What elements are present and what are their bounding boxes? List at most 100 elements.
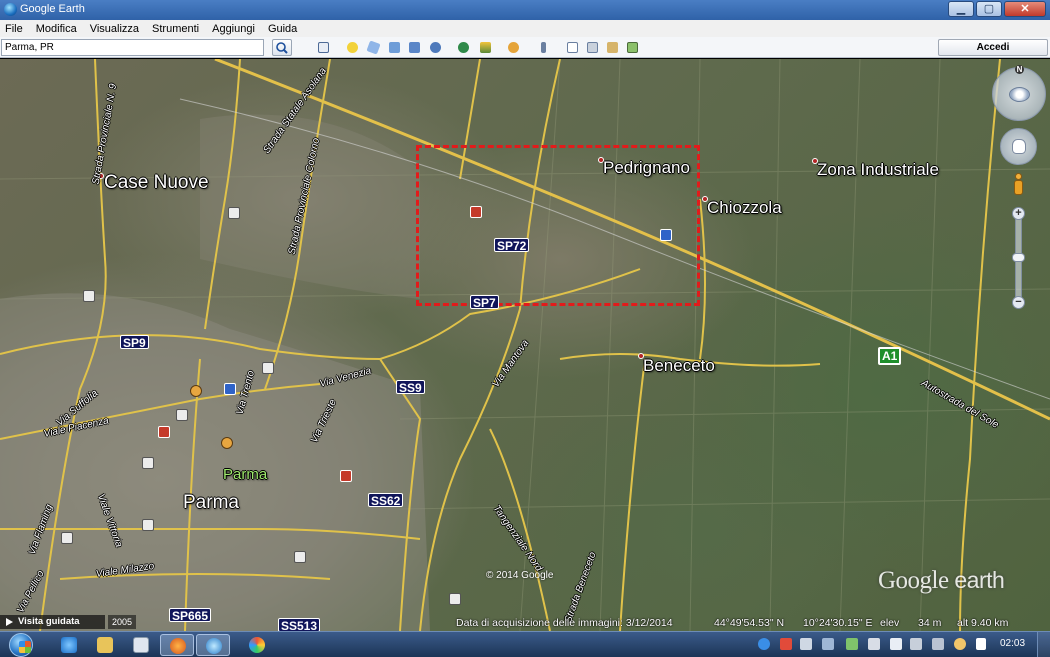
- menu-file[interactable]: File: [5, 23, 23, 35]
- windows-logo-icon: [19, 641, 31, 653]
- maximize-button[interactable]: ▢: [976, 1, 1002, 17]
- planets-button[interactable]: [505, 39, 522, 56]
- media-player-icon: [133, 637, 149, 653]
- print-icon: [587, 42, 598, 53]
- place-case-nuove[interactable]: Case Nuove: [104, 172, 209, 194]
- add-placemark-button[interactable]: [344, 39, 361, 56]
- museum-poi-icon[interactable]: [228, 207, 240, 219]
- path-icon: [389, 42, 400, 53]
- signin-button[interactable]: Accedi: [938, 39, 1048, 56]
- window-controls: ▁ ▢ ✕: [948, 1, 1046, 17]
- flag-poi-icon[interactable]: [158, 426, 170, 438]
- usb-icon[interactable]: [954, 638, 966, 650]
- hand-poi-icon[interactable]: [142, 519, 154, 531]
- hospital-poi-icon[interactable]: [340, 470, 352, 482]
- place-zona-industriale[interactable]: Zona Industriale: [817, 160, 939, 180]
- tour-label: Visita guidata: [18, 616, 80, 627]
- place-pedrignano[interactable]: Pedrignano: [603, 158, 690, 178]
- email-button[interactable]: [564, 39, 581, 56]
- zoom-slider-thumb[interactable]: [1012, 253, 1025, 262]
- balloon-poi-icon[interactable]: [294, 551, 306, 563]
- save-image-button[interactable]: [604, 39, 621, 56]
- printer-icon[interactable]: [910, 638, 922, 650]
- museum-poi-icon[interactable]: [449, 593, 461, 605]
- paint-icon: [249, 637, 265, 653]
- place-parma[interactable]: Parma: [183, 492, 239, 514]
- historical-year[interactable]: 2005: [108, 615, 137, 629]
- camera-poi-icon[interactable]: [176, 409, 188, 421]
- map-viewport[interactable]: Case Nuove Pedrignano Zona Industriale C…: [0, 59, 1050, 631]
- print-button[interactable]: [584, 39, 601, 56]
- historical-imagery-button[interactable]: [455, 39, 472, 56]
- close-button[interactable]: ✕: [1004, 1, 1046, 17]
- place-parma-label[interactable]: Parma: [223, 466, 267, 483]
- zoom-out-button[interactable]: −: [1012, 296, 1025, 309]
- usb-icon[interactable]: [932, 638, 944, 650]
- record-tour-button[interactable]: [427, 39, 444, 56]
- menu-guida[interactable]: Guida: [268, 23, 297, 35]
- pdf-icon[interactable]: [780, 638, 792, 650]
- food-poi-icon[interactable]: [190, 385, 202, 397]
- zoom-in-button[interactable]: +: [1012, 207, 1025, 220]
- north-indicator[interactable]: N: [1015, 65, 1024, 74]
- tour-button[interactable]: Visita guidata: [0, 615, 105, 629]
- taskbar-explorer[interactable]: [88, 634, 122, 656]
- place-beneceto[interactable]: Beneceto: [643, 356, 715, 376]
- menu-aggiungi[interactable]: Aggiungi: [212, 23, 255, 35]
- museum-poi-icon[interactable]: [83, 290, 95, 302]
- toolbar: Accedi: [0, 37, 1050, 58]
- road-shield-a1: A1: [878, 347, 902, 365]
- add-path-button[interactable]: [386, 39, 403, 56]
- food-poi-icon[interactable]: [221, 437, 233, 449]
- battery-icon[interactable]: [846, 638, 858, 650]
- menu-visualizza[interactable]: Visualizza: [90, 23, 139, 35]
- skype-icon[interactable]: [758, 638, 770, 650]
- record-tour-icon: [430, 42, 441, 53]
- taskbar-firefox[interactable]: [160, 634, 194, 656]
- ruler-icon: [541, 42, 546, 53]
- flag-icon[interactable]: [890, 638, 902, 650]
- signal-icon[interactable]: [976, 638, 986, 650]
- email-icon: [567, 42, 578, 53]
- sunlight-button[interactable]: [477, 39, 494, 56]
- ruler-button[interactable]: [535, 39, 552, 56]
- show-desktop-button[interactable]: [1037, 632, 1050, 657]
- minimize-button[interactable]: ▁: [948, 1, 974, 17]
- sidebar-toggle-button[interactable]: [315, 39, 332, 56]
- bus-poi-icon[interactable]: [660, 229, 672, 241]
- play-icon: [6, 618, 13, 626]
- taskbar-google-earth[interactable]: [196, 634, 230, 656]
- network-icon[interactable]: [822, 638, 834, 650]
- look-around-control[interactable]: N: [992, 65, 1046, 121]
- status-bar: Visita guidata 2005 Data di acquisizione…: [0, 615, 1050, 631]
- museum-poi-icon[interactable]: [61, 532, 73, 544]
- menu-modifica[interactable]: Modifica: [36, 23, 77, 35]
- mountain-poi-icon[interactable]: [262, 362, 274, 374]
- elevation: 34 m: [918, 617, 942, 629]
- taskbar-ie[interactable]: [52, 634, 86, 656]
- search-button[interactable]: [272, 39, 292, 56]
- add-polygon-button[interactable]: [365, 39, 382, 56]
- balloon-poi-icon[interactable]: [470, 206, 482, 218]
- clock[interactable]: 02:03: [1000, 638, 1025, 649]
- save-image-icon: [607, 42, 618, 53]
- camera-poi-icon[interactable]: [142, 457, 154, 469]
- info-poi-icon[interactable]: [224, 383, 236, 395]
- place-chiozzola[interactable]: Chiozzola: [707, 198, 782, 218]
- title-bar: Google Earth ▁ ▢ ✕: [0, 0, 1050, 20]
- taskbar-media-player[interactable]: [124, 634, 158, 656]
- view-in-maps-button[interactable]: [624, 39, 641, 56]
- road-shield-sp72: SP72: [494, 238, 530, 253]
- street-view-pegman-icon[interactable]: [1012, 173, 1024, 197]
- add-image-overlay-button[interactable]: [406, 39, 423, 56]
- search-input[interactable]: [1, 39, 264, 56]
- start-button[interactable]: [6, 632, 38, 657]
- move-control[interactable]: [1000, 128, 1037, 165]
- menu-strumenti[interactable]: Strumenti: [152, 23, 199, 35]
- pegman-body: [1014, 180, 1023, 195]
- imagery-date: Data di acquisizione delle immagini: 3/1…: [456, 617, 673, 629]
- volume-icon[interactable]: [800, 638, 812, 650]
- notification-icon[interactable]: [868, 638, 880, 650]
- taskbar-paint[interactable]: [240, 634, 274, 656]
- sidebar-icon: [318, 42, 329, 53]
